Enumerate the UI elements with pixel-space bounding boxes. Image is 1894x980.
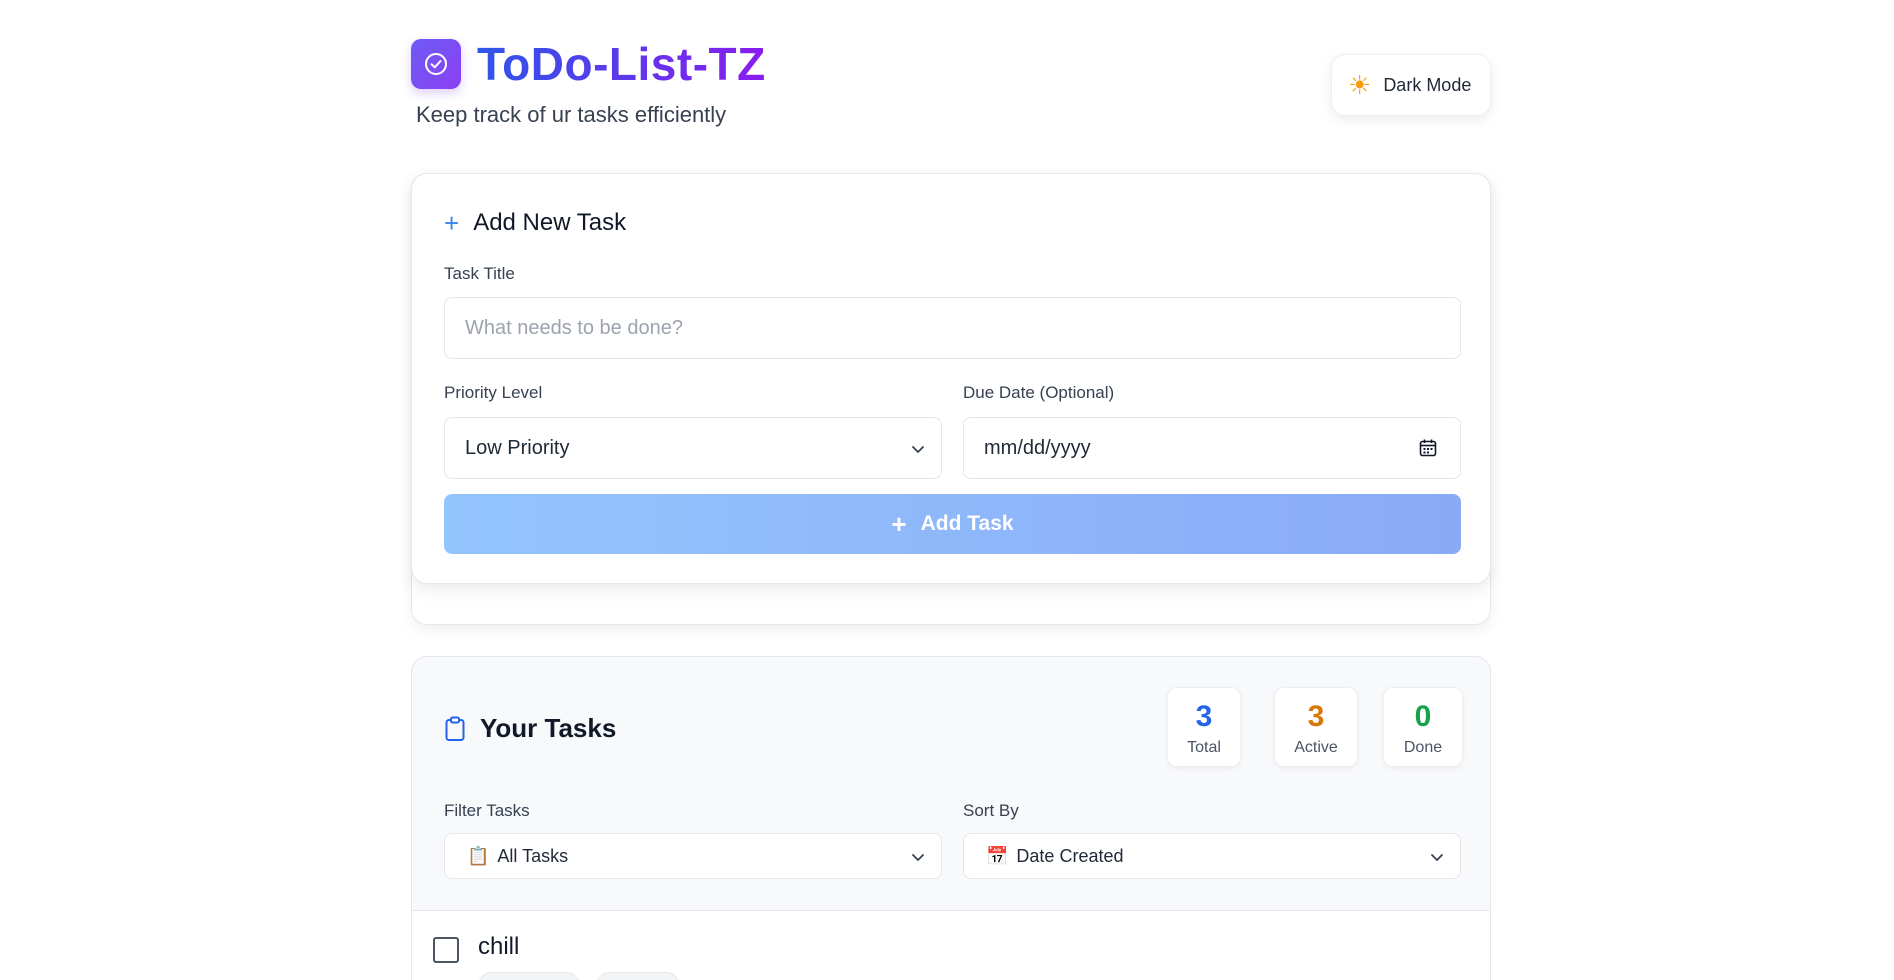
add-task-title: Add New Task: [473, 209, 627, 236]
add-task-heading: + Add New Task: [444, 209, 626, 237]
dark-mode-toggle-button[interactable]: ☀ Dark Mode: [1331, 54, 1491, 116]
task-title-label: Task Title: [444, 264, 515, 283]
stat-total: 3 Total: [1167, 687, 1241, 767]
stat-total-label: Total: [1187, 739, 1221, 756]
priority-value: Low Priority: [465, 436, 570, 459]
task-title-placeholder: What needs to be done?: [465, 316, 683, 339]
sort-select[interactable]: 📅 Date Created: [963, 833, 1461, 879]
due-date-input[interactable]: mm/dd/yyyy: [963, 417, 1461, 479]
tasks-heading: Your Tasks: [444, 713, 616, 744]
stat-active-value: 3: [1307, 700, 1325, 733]
calendar-icon[interactable]: [1418, 438, 1438, 458]
add-task-button-label: Add Task: [920, 512, 1014, 535]
stat-done-value: 0: [1414, 700, 1432, 733]
stat-active: 3 Active: [1274, 687, 1358, 767]
brand: ToDo-List-TZ: [411, 37, 766, 91]
add-task-button[interactable]: + Add Task: [444, 494, 1461, 554]
sort-value: Date Created: [1016, 845, 1124, 866]
task-priority-badge: [478, 972, 580, 980]
task-list: chill: [412, 910, 1490, 980]
app-subtitle: Keep track of ur tasks efficiently: [416, 102, 727, 127]
chevron-down-icon: [912, 854, 924, 861]
chevron-down-icon: [1431, 854, 1443, 861]
your-tasks-title: Your Tasks: [480, 713, 617, 743]
plus-icon: +: [891, 509, 907, 539]
chevron-down-icon: [912, 446, 924, 453]
due-date-label: Due Date (Optional): [963, 383, 1115, 402]
clipboard-icon: [445, 716, 465, 741]
plus-icon: +: [444, 208, 460, 238]
page: ToDo-List-TZ Keep track of ur tasks effi…: [0, 0, 1894, 980]
due-date-placeholder: mm/dd/yyyy: [984, 436, 1091, 459]
task-title: chill: [478, 933, 520, 960]
priority-label: Priority Level: [444, 383, 543, 402]
stat-total-value: 3: [1195, 700, 1213, 733]
tasks-panel: Your Tasks 3 Total 3 Active 0 Done Filte…: [411, 656, 1491, 980]
sun-icon: ☀: [1348, 70, 1372, 100]
priority-select[interactable]: Low Priority: [444, 417, 942, 479]
filter-select[interactable]: 📋 All Tasks: [444, 833, 942, 879]
task-complete-checkbox[interactable]: [433, 937, 459, 963]
task-date-badge: [596, 972, 680, 980]
task-title-input[interactable]: What needs to be done?: [444, 297, 1461, 359]
dark-mode-label: Dark Mode: [1383, 74, 1472, 95]
stat-done-label: Done: [1403, 739, 1443, 756]
filter-tasks-label: Filter Tasks: [444, 801, 530, 820]
add-task-card: + Add New Task Task Title What needs to …: [411, 173, 1491, 584]
app-title: ToDo-List-TZ: [477, 38, 766, 90]
sort-by-label: Sort By: [963, 801, 1019, 820]
stat-done: 0 Done: [1383, 687, 1463, 767]
clipboard-emoji-icon: 📋: [467, 845, 490, 866]
filter-value: All Tasks: [497, 845, 569, 866]
check-circle-icon: [411, 39, 461, 89]
calendar-emoji-icon: 📅: [986, 845, 1009, 866]
stat-active-label: Active: [1294, 739, 1338, 756]
